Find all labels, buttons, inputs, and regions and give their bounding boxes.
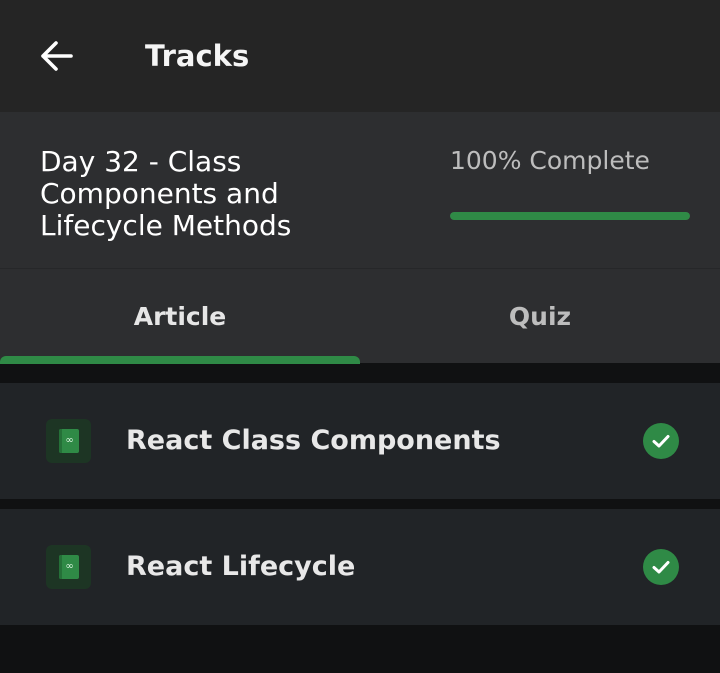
top-bar: Tracks	[0, 0, 720, 112]
active-tab-indicator	[0, 356, 360, 364]
lesson-header: Day 32 - Class Components and Lifecycle …	[0, 112, 720, 268]
tab-article-label: Article	[133, 302, 227, 331]
back-button[interactable]	[30, 32, 82, 80]
tab-quiz[interactable]: Quiz	[360, 269, 720, 364]
progress-bar-fill	[450, 212, 690, 220]
check-circle-icon	[643, 423, 679, 459]
app-screen: Tracks Day 32 - Class Components and Lif…	[0, 0, 720, 673]
list-item-react-class-components[interactable]: ∞ React Class Components	[0, 383, 720, 499]
list-item-label: React Lifecycle	[126, 551, 356, 582]
progress-label: 100% Complete	[450, 146, 650, 175]
check-circle-icon	[643, 549, 679, 585]
list-item-label: React Class Components	[126, 425, 501, 456]
tab-quiz-label: Quiz	[508, 302, 572, 331]
book-icon: ∞	[46, 419, 91, 463]
tab-article[interactable]: Article	[0, 269, 360, 364]
tab-bar: Article Quiz	[0, 268, 720, 364]
book-icon: ∞	[46, 545, 91, 589]
list-item-react-lifecycle[interactable]: ∞ React Lifecycle	[0, 509, 720, 625]
lesson-title: Day 32 - Class Components and Lifecycle …	[40, 145, 292, 242]
progress-bar	[450, 212, 690, 220]
page-title: Tracks	[145, 39, 250, 73]
arrow-left-icon	[41, 41, 73, 71]
